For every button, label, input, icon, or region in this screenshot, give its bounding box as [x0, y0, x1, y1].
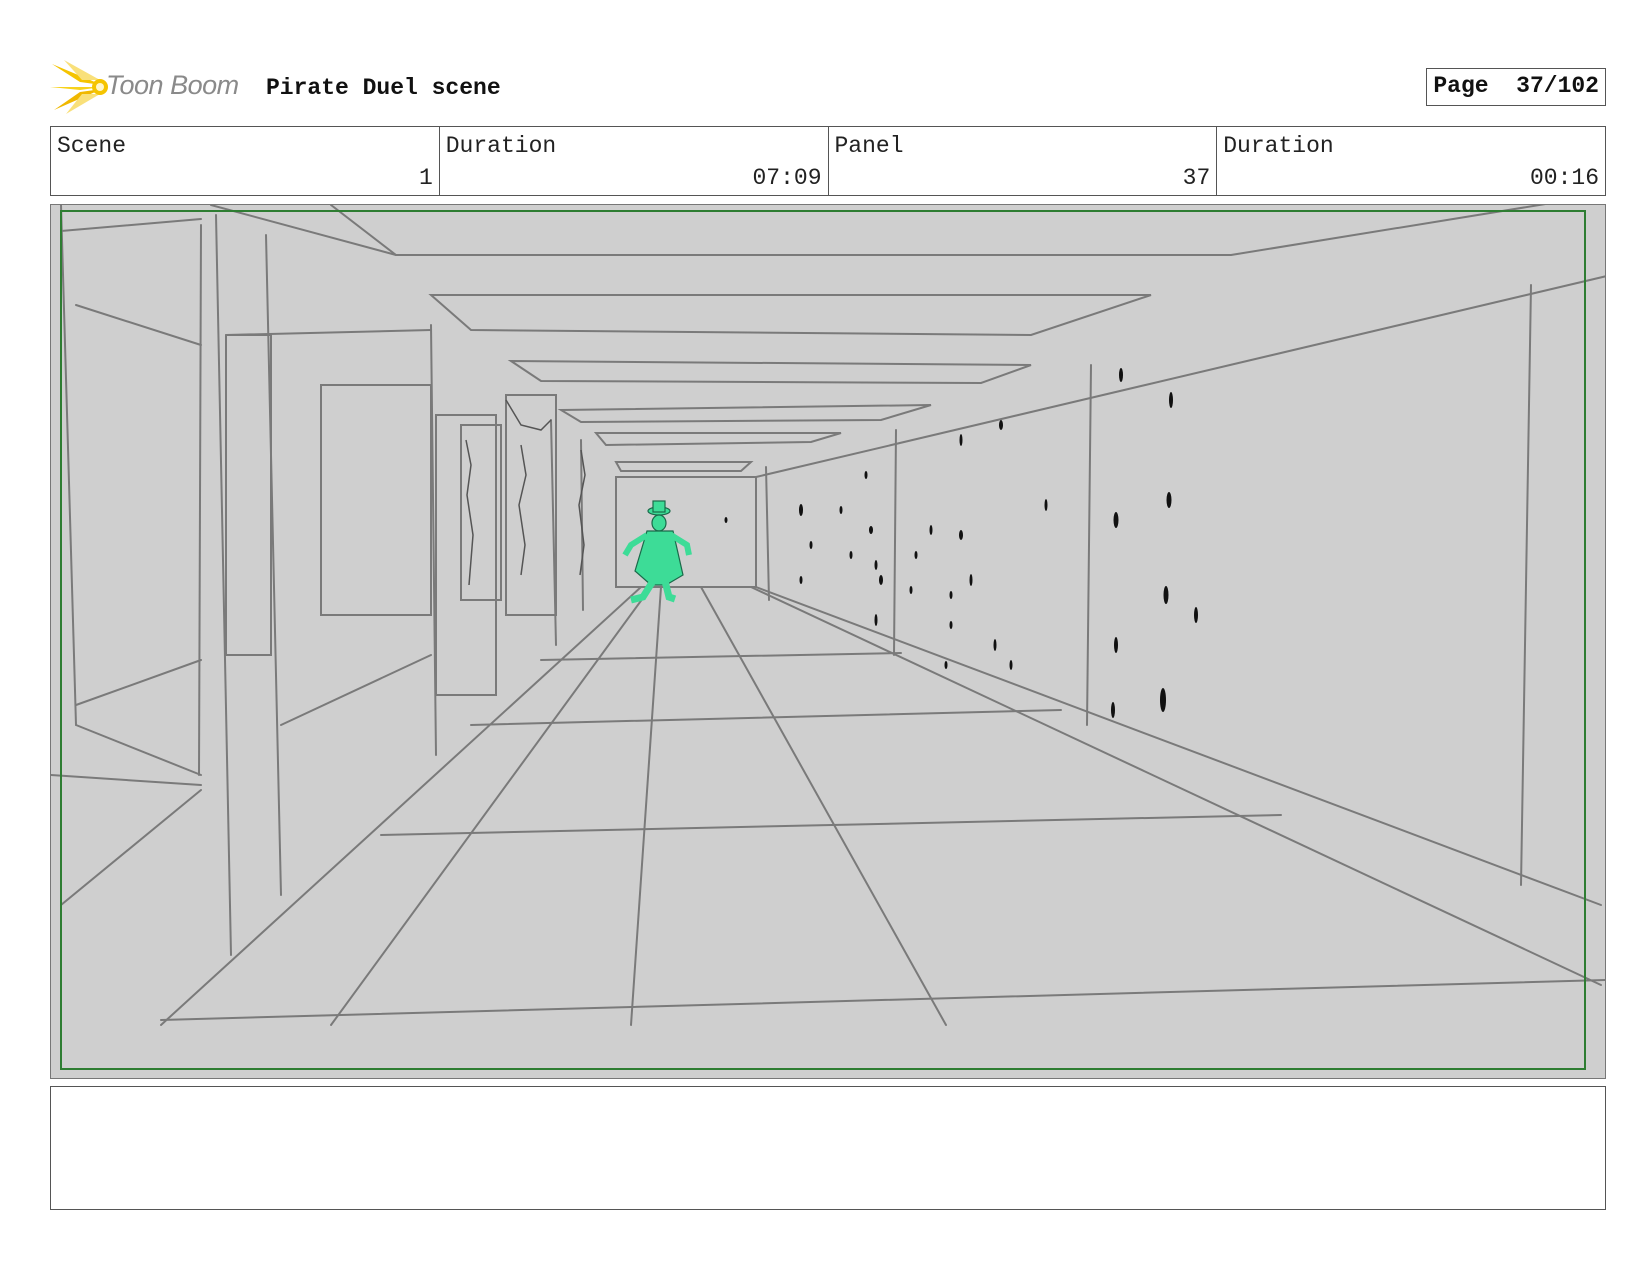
scene-duration-cell: Duration 07:09 [440, 127, 829, 195]
storyboard-panel-image [50, 204, 1606, 1079]
panel-info-table: Scene 1 Duration 07:09 Panel 37 Duration… [50, 126, 1606, 196]
panel-duration-cell: Duration 00:16 [1217, 127, 1605, 195]
panel-label: Panel [834, 133, 904, 159]
scene-value: 1 [418, 165, 433, 191]
flare-icon [50, 60, 108, 114]
toon-boom-logo: Toon Boom [50, 60, 260, 114]
panel-cell: Panel 37 [829, 127, 1218, 195]
scene-duration-value: 07:09 [752, 165, 822, 191]
panel-notes [50, 1086, 1606, 1210]
pirate-character [622, 500, 692, 604]
page-indicator: Page 37/102 [1426, 68, 1606, 106]
logo-text: Toon Boom [106, 70, 239, 100]
page-number: 37/102 [1516, 73, 1599, 99]
panel-value: 37 [1182, 165, 1211, 191]
panel-duration-label: Duration [1223, 133, 1334, 159]
page-header: Toon Boom Pirate Duel scene Page 37/102 [50, 58, 1606, 114]
scene-label: Scene [57, 133, 127, 159]
project-title: Pirate Duel scene [266, 75, 501, 101]
corridor-sketch [51, 205, 1605, 1070]
panel-duration-value: 00:16 [1529, 165, 1599, 191]
scene-duration-label: Duration [445, 133, 557, 159]
scene-cell: Scene 1 [51, 127, 440, 195]
page-label: Page [1433, 73, 1489, 99]
